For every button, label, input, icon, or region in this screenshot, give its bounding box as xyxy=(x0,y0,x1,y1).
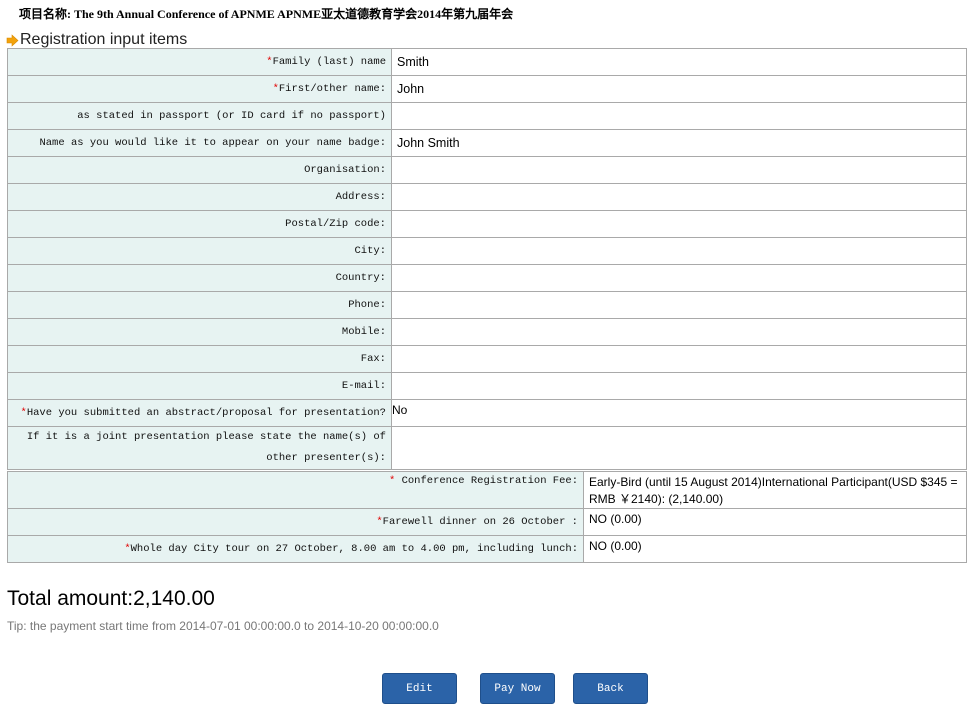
section-heading-label: Registration input items xyxy=(20,31,188,48)
row-city: City: xyxy=(7,237,967,265)
badge-name-label: Name as you would like it to appear on y… xyxy=(7,129,392,157)
farewell-dinner-label-text: Farewell dinner on 26 October : xyxy=(382,516,578,528)
passport-note-value xyxy=(391,102,967,130)
fax-label: Fax: xyxy=(7,345,392,373)
row-city-tour: *Whole day City tour on 27 October, 8.00… xyxy=(7,535,967,563)
first-name-value: John xyxy=(391,75,967,103)
payment-tip: Tip: the payment start time from 2014-07… xyxy=(7,619,439,633)
project-title: 项目名称: The 9th Annual Conference of APNME… xyxy=(19,7,514,21)
passport-note-label: as stated in passport (or ID card if no … xyxy=(7,102,392,130)
farewell-dinner-label: *Farewell dinner on 26 October : xyxy=(7,508,584,536)
family-name-label: *Family (last) name xyxy=(7,48,392,76)
pay-now-button[interactable]: Pay Now xyxy=(480,673,555,704)
registration-details-table: *Family (last) name Smith *First/other n… xyxy=(7,48,967,470)
city-tour-label: *Whole day City tour on 27 October, 8.00… xyxy=(7,535,584,563)
row-badge-name: Name as you would like it to appear on y… xyxy=(7,129,967,157)
phone-value xyxy=(391,291,967,319)
section-heading: Registration input items xyxy=(6,31,187,49)
city-label: City: xyxy=(7,237,392,265)
registration-fee-label-text: Conference Registration Fee: xyxy=(395,475,578,487)
row-country: Country: xyxy=(7,264,967,292)
row-passport-note: as stated in passport (or ID card if no … xyxy=(7,102,967,130)
family-name-label-text: Family (last) name xyxy=(272,56,386,68)
country-label: Country: xyxy=(7,264,392,292)
email-label: E-mail: xyxy=(7,372,392,400)
arrow-right-icon xyxy=(6,33,19,47)
first-name-label: *First/other name: xyxy=(7,75,392,103)
row-organisation: Organisation: xyxy=(7,156,967,184)
address-label: Address: xyxy=(7,183,392,211)
country-value xyxy=(391,264,967,292)
row-mobile: Mobile: xyxy=(7,318,967,346)
back-button[interactable]: Back xyxy=(573,673,648,704)
fax-value xyxy=(391,345,967,373)
row-postal-code: Postal/Zip code: xyxy=(7,210,967,238)
joint-presenters-label: If it is a joint presentation please sta… xyxy=(7,426,392,470)
first-name-label-text: First/other name: xyxy=(278,83,386,95)
row-registration-fee: * Conference Registration Fee: Early-Bir… xyxy=(7,471,967,509)
row-joint-presenters: If it is a joint presentation please sta… xyxy=(7,426,967,470)
row-fax: Fax: xyxy=(7,345,967,373)
email-value xyxy=(391,372,967,400)
postal-code-label: Postal/Zip code: xyxy=(7,210,392,238)
mobile-value xyxy=(391,318,967,346)
row-farewell-dinner: *Farewell dinner on 26 October : NO (0.0… xyxy=(7,508,967,536)
abstract-value: No xyxy=(391,399,967,427)
edit-button[interactable]: Edit xyxy=(382,673,457,704)
registration-fee-label: * Conference Registration Fee: xyxy=(7,471,584,509)
row-first-name: *First/other name: John xyxy=(7,75,967,103)
row-address: Address: xyxy=(7,183,967,211)
phone-label: Phone: xyxy=(7,291,392,319)
abstract-label-text: Have you submitted an abstract/proposal … xyxy=(26,407,386,419)
row-email: E-mail: xyxy=(7,372,967,400)
organisation-value xyxy=(391,156,967,184)
postal-code-value xyxy=(391,210,967,238)
city-tour-value: NO (0.00) xyxy=(583,535,967,563)
joint-presenters-value xyxy=(391,426,967,470)
abstract-label: *Have you submitted an abstract/proposal… xyxy=(7,399,392,427)
total-amount: Total amount:2,140.00 xyxy=(7,587,215,610)
organisation-label: Organisation: xyxy=(7,156,392,184)
row-abstract: *Have you submitted an abstract/proposal… xyxy=(7,399,967,427)
registration-fee-value: Early-Bird (until 15 August 2014)Interna… xyxy=(583,471,967,509)
city-value xyxy=(391,237,967,265)
farewell-dinner-value: NO (0.00) xyxy=(583,508,967,536)
fees-table: * Conference Registration Fee: Early-Bir… xyxy=(7,471,967,563)
mobile-label: Mobile: xyxy=(7,318,392,346)
badge-name-value: John Smith xyxy=(391,129,967,157)
row-phone: Phone: xyxy=(7,291,967,319)
row-family-name: *Family (last) name Smith xyxy=(7,48,967,76)
address-value xyxy=(391,183,967,211)
family-name-value: Smith xyxy=(391,48,967,76)
city-tour-label-text: Whole day City tour on 27 October, 8.00 … xyxy=(130,543,578,555)
